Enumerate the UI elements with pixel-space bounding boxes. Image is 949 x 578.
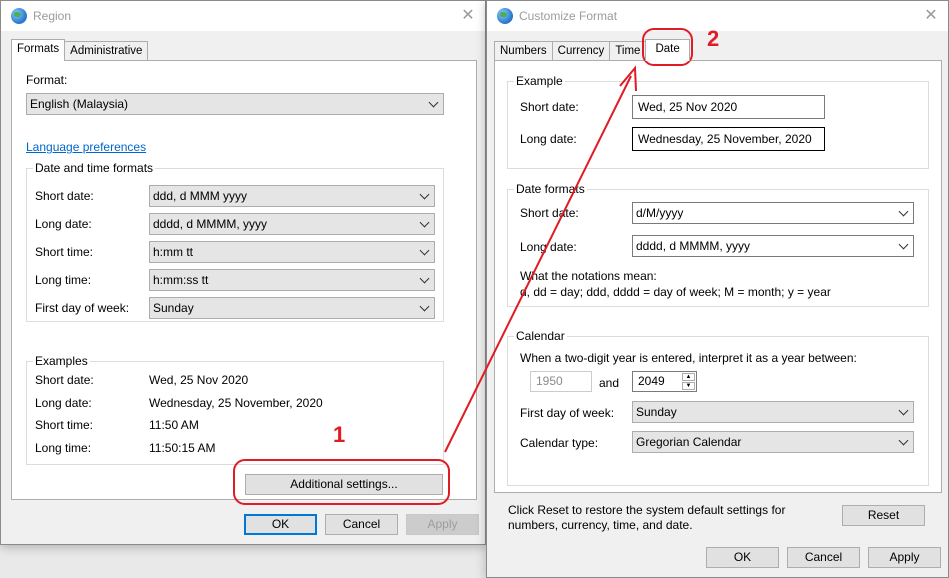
tab-date[interactable]: Date [645,39,690,61]
annotation-arrow [444,65,637,453]
tab-formats[interactable]: Formats [11,39,66,61]
